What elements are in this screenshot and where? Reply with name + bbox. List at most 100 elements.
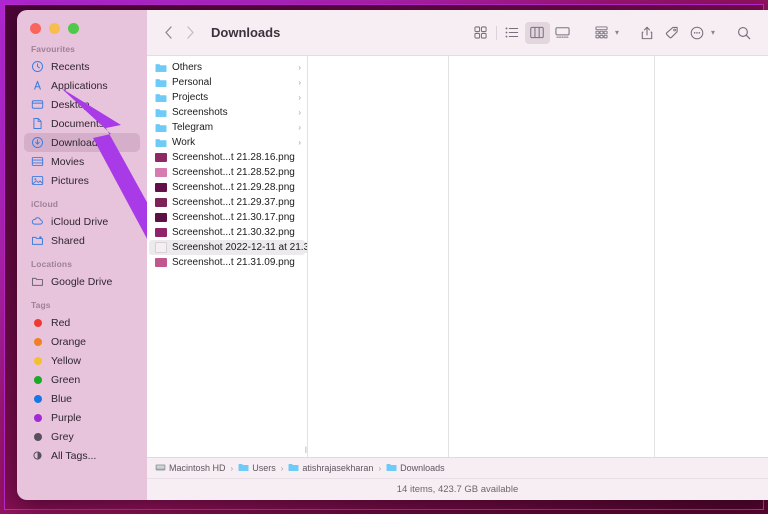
breadcrumb-item-users[interactable]: Users <box>238 463 276 474</box>
image-thumb-icon <box>155 257 167 268</box>
icon-view-button[interactable] <box>468 22 493 44</box>
chevron-down-icon-more[interactable]: ▾ <box>711 28 715 37</box>
chevron-right-icon: › <box>298 93 301 102</box>
sidebar-item-icloud-drive[interactable]: iCloud Drive <box>24 212 140 231</box>
preview-column-2[interactable] <box>308 56 449 457</box>
list-item[interactable]: Screenshot...t 21.29.28.png <box>149 180 305 195</box>
sidebar-item-google-drive[interactable]: Google Drive <box>24 272 140 291</box>
sidebar-tag-label: Red <box>51 316 71 329</box>
chevron-right-icon: › <box>298 63 301 72</box>
list-item[interactable]: Screenshot...t 21.31.09.png <box>149 255 305 270</box>
sidebar-item-label: Recents <box>51 60 90 73</box>
window-body: Favourites Recents Applications Desktop <box>17 10 768 500</box>
sidebar-item-label: Downloads <box>51 136 103 149</box>
list-item[interactable]: Projects › <box>149 90 305 105</box>
list-item-name: Screenshot...t 21.28.16.png <box>172 152 295 163</box>
sidebar-tag-red[interactable]: Red <box>24 313 140 332</box>
image-thumb-icon <box>155 182 167 193</box>
sidebar-section-favourites-title: Favourites <box>31 44 75 54</box>
gallery-view-button[interactable] <box>550 22 575 44</box>
status-text: 14 items, 423.7 GB available <box>396 484 519 495</box>
list-view-button[interactable] <box>500 22 525 44</box>
list-item-name: Screenshots <box>172 107 228 118</box>
sidebar-section-icloud-title: iCloud <box>31 199 59 209</box>
sidebar-tag-green[interactable]: Green <box>24 370 140 389</box>
file-list-column[interactable]: Others › Personal › Projects › Screensho… <box>147 56 308 457</box>
sidebar-item-pictures[interactable]: Pictures <box>24 171 140 190</box>
tags-button[interactable] <box>660 22 685 44</box>
downloads-icon <box>31 136 44 149</box>
list-item[interactable]: Screenshot...t 21.28.16.png <box>149 150 305 165</box>
sidebar-item-movies[interactable]: Movies <box>24 152 140 171</box>
column-view-button[interactable] <box>524 21 550 44</box>
breadcrumb-item-user[interactable]: atishrajasekharan <box>288 463 373 474</box>
breadcrumb-label: atishrajasekharan <box>302 463 374 473</box>
traffic-lights <box>17 10 147 35</box>
list-item[interactable]: Screenshot...t 21.28.52.png <box>149 165 305 180</box>
list-item-name: Screenshot...t 21.29.37.png <box>172 197 295 208</box>
status-bar: 14 items, 423.7 GB available <box>147 478 768 500</box>
sidebar-item-documents[interactable]: Documents <box>24 114 140 133</box>
close-button[interactable] <box>30 23 41 34</box>
sidebar-item-shared[interactable]: Shared <box>24 231 140 250</box>
minimize-button[interactable] <box>49 23 60 34</box>
list-item[interactable]: Screenshot...t 21.30.17.png <box>149 210 305 225</box>
tag-dot-icon <box>31 411 44 424</box>
list-item[interactable]: Work › <box>149 135 305 150</box>
chevron-down-icon[interactable]: ▾ <box>615 28 619 37</box>
column-resize-handle[interactable]: ‖ <box>300 445 307 455</box>
list-item[interactable]: Screenshot...t 21.30.32.png <box>149 225 305 240</box>
image-thumb-icon <box>155 212 167 223</box>
sidebar-tag-orange[interactable]: Orange <box>24 332 140 351</box>
sidebar-tag-blue[interactable]: Blue <box>24 389 140 408</box>
sidebar-tag-yellow[interactable]: Yellow <box>24 351 140 370</box>
image-thumb-icon <box>155 227 167 238</box>
sidebar-item-label: Desktop <box>51 98 90 111</box>
preview-column-3[interactable] <box>449 56 655 457</box>
share-button[interactable] <box>635 22 660 44</box>
chevron-right-icon: › <box>298 123 301 132</box>
image-thumb-icon <box>155 167 167 178</box>
list-item[interactable]: Screenshots › <box>149 105 305 120</box>
sidebar-item-desktop[interactable]: Desktop <box>24 95 140 114</box>
toolbar-divider <box>495 25 497 40</box>
more-actions-button[interactable] <box>685 22 710 44</box>
list-item[interactable]: Personal › <box>149 75 305 90</box>
list-item-name: Work <box>172 137 196 148</box>
search-button[interactable] <box>731 22 756 44</box>
back-button[interactable] <box>157 22 179 44</box>
list-item-selected[interactable]: Screenshot 2022-12-11 at 21.30.53.png <box>149 240 307 255</box>
sidebar-tag-all-tags[interactable]: All Tags... <box>24 446 140 465</box>
list-item[interactable]: Telegram › <box>149 120 305 135</box>
folder-icon <box>155 137 167 148</box>
pictures-icon <box>31 174 44 187</box>
document-icon <box>31 117 44 130</box>
list-item-name: Projects <box>172 92 209 103</box>
finder-window: Favourites Recents Applications Desktop <box>17 10 768 500</box>
sidebar-item-applications[interactable]: Applications <box>24 76 140 95</box>
breadcrumb-item-macintosh-hd[interactable]: Macintosh HD <box>155 463 226 474</box>
forward-button[interactable] <box>179 22 201 44</box>
list-item[interactable]: Screenshot...t 21.29.37.png <box>149 195 305 210</box>
image-thumb-icon <box>155 197 167 208</box>
sidebar-tag-label: Blue <box>51 392 73 405</box>
tag-dot-icon <box>31 373 44 386</box>
sidebar-tag-label: Orange <box>51 335 87 348</box>
sidebar-tag-label: Grey <box>51 430 74 443</box>
list-item[interactable]: Others › <box>149 60 305 75</box>
zoom-button[interactable] <box>68 23 79 34</box>
sidebar-tag-label: Purple <box>51 411 82 424</box>
preview-column-4[interactable] <box>655 56 768 457</box>
group-by-button[interactable] <box>589 22 614 44</box>
sidebar-tag-label: Yellow <box>51 354 81 367</box>
sidebar-item-recents[interactable]: Recents <box>24 57 140 76</box>
sidebar-tag-grey[interactable]: Grey <box>24 427 140 446</box>
breadcrumb-item-downloads[interactable]: Downloads <box>386 463 445 474</box>
sidebar-tag-purple[interactable]: Purple <box>24 408 140 427</box>
breadcrumb: Macintosh HD › Users › atishrajasekharan <box>147 457 768 478</box>
list-item-name: Personal <box>172 77 212 88</box>
sidebar-item-label: Documents <box>51 117 105 130</box>
list-item-name: Screenshot 2022-12-11 at 21.30.53.png <box>172 242 307 253</box>
sidebar-item-downloads[interactable]: Downloads <box>24 133 140 152</box>
sidebar-item-label: Movies <box>51 155 85 168</box>
